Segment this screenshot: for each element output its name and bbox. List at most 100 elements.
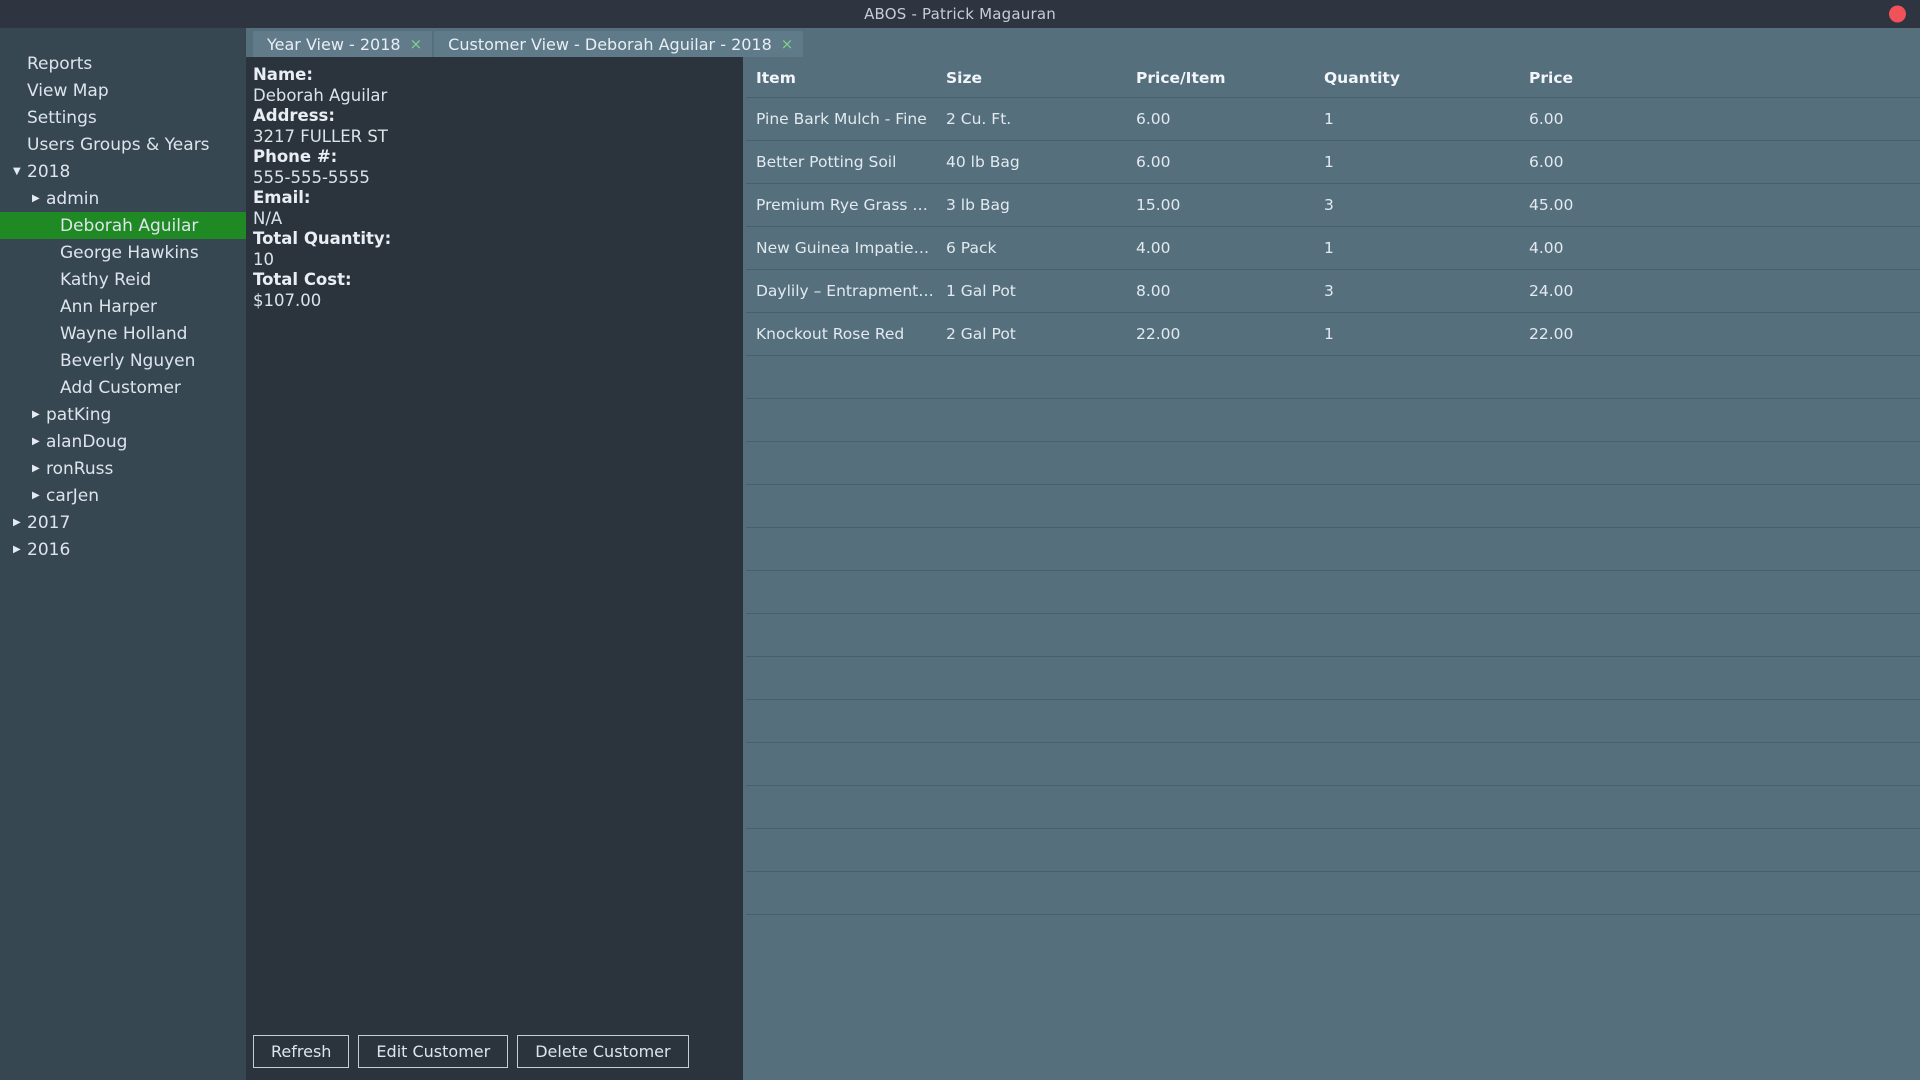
table-row-empty[interactable] (746, 613, 1920, 657)
tree-node-label: Beverly Nguyen (60, 350, 196, 371)
table-row[interactable]: Pine Bark Mulch - Fine 2 Cu. Ft. 6.00 1 6.00 (746, 97, 1920, 141)
table-cell-empty (1314, 699, 1519, 743)
panels-row: Name: Deborah Aguilar Address: 3217 FULLER … (246, 57, 1920, 1080)
table-cell-empty (746, 828, 936, 872)
table-row-empty[interactable] (746, 656, 1920, 700)
chevron-right-icon[interactable] (32, 491, 46, 501)
table-row-empty[interactable] (746, 441, 1920, 485)
table-row[interactable]: Knockout Rose Red 2 Gal Pot 22.00 1 22.00 (746, 312, 1920, 356)
table-cell-empty (746, 355, 936, 399)
sidebar-item-users-groups-years[interactable]: Users Groups & Years (0, 131, 246, 158)
delete-customer-button[interactable]: Delete Customer (517, 1035, 689, 1068)
chevron-right-icon[interactable] (32, 410, 46, 420)
table-row-empty[interactable] (746, 785, 1920, 829)
table-row-empty[interactable] (746, 398, 1920, 442)
table-cell-empty (746, 527, 936, 571)
sidebar-item-settings[interactable]: Settings (0, 104, 246, 131)
table-cell-empty (936, 355, 1126, 399)
refresh-button[interactable]: Refresh (253, 1035, 350, 1068)
column-header-size[interactable]: Size (936, 57, 1126, 98)
sidebar-item-label: Reports (27, 53, 93, 74)
table-row-empty[interactable] (746, 527, 1920, 571)
table-row-empty[interactable] (746, 570, 1920, 614)
table-cell-empty (936, 785, 1126, 829)
edit-customer-button[interactable]: Edit Customer (358, 1035, 509, 1068)
table-cell-empty (1126, 484, 1314, 528)
info-label-total-cost: Total Cost: (253, 270, 352, 289)
table-row[interactable]: Better Potting Soil 40 lb Bag 6.00 1 6.00 (746, 140, 1920, 184)
sidebar-item-label: Users Groups & Years (27, 134, 210, 155)
table-row-empty[interactable] (746, 699, 1920, 743)
tree-node-2018[interactable]: 2018 (0, 158, 246, 185)
window-title: ABOS - Patrick Magauran (864, 5, 1056, 23)
table-cell-empty (1126, 441, 1314, 485)
table-cell-empty (1126, 785, 1314, 829)
column-header-item[interactable]: Item (746, 57, 936, 98)
chevron-down-icon[interactable] (13, 167, 27, 177)
table-cell-empty (1314, 527, 1519, 571)
table-cell-size: 2 Cu. Ft. (936, 97, 1126, 141)
tab-label: Customer View - Deborah Aguilar - 2018 (448, 34, 772, 54)
chevron-right-icon[interactable] (32, 464, 46, 474)
column-header-quantity[interactable]: Quantity (1314, 57, 1519, 98)
info-label-address: Address: (253, 106, 335, 125)
tree-node-george-hawkins[interactable]: George Hawkins (0, 239, 246, 266)
table-cell-empty (936, 871, 1126, 915)
column-header-price[interactable]: Price (1519, 57, 1920, 98)
table-row[interactable]: Premium Rye Grass Seed 3 lb Bag 15.00 3 45.0… (746, 183, 1920, 227)
table-cell-empty (1126, 613, 1314, 657)
items-table-head: Item Size Price/Item Quantity Price (746, 57, 1920, 98)
tree-node-kathy-reid[interactable]: Kathy Reid (0, 266, 246, 293)
table-row-empty[interactable] (746, 828, 1920, 872)
column-header-price-item[interactable]: Price/Item (1126, 57, 1314, 98)
close-window-icon[interactable] (1889, 5, 1906, 23)
table-row-empty[interactable] (746, 742, 1920, 786)
table-cell-empty (1314, 441, 1519, 485)
table-cell-empty (1519, 656, 1920, 700)
table-cell-quantity: 1 (1314, 97, 1519, 141)
table-cell-price: 6.00 (1519, 140, 1920, 184)
customer-info-panel: Name: Deborah Aguilar Address: 3217 FULLER … (246, 57, 746, 1080)
content-area: Year View - 2018 × Customer View - Deborah… (246, 28, 1920, 1080)
tree-node-ronruss[interactable]: ronRuss (0, 455, 246, 482)
tree-node-add-customer[interactable]: Add Customer (0, 374, 246, 401)
table-cell-empty (746, 742, 936, 786)
table-cell-empty (1126, 398, 1314, 442)
chevron-right-icon[interactable] (32, 437, 46, 447)
table-cell-price-item: 6.00 (1126, 97, 1314, 141)
tree-node-wayne-holland[interactable]: Wayne Holland (0, 320, 246, 347)
tree-node-2016[interactable]: 2016 (0, 536, 246, 563)
table-row[interactable]: Daylily – Entrapment (Lave...1 Gal Pot8.… (746, 269, 1920, 313)
table-row[interactable]: New Guinea Impatiens Mix6 Pack4.0014.00 (746, 226, 1920, 270)
info-value-total-quantity: 10 (253, 250, 274, 269)
table-row-empty[interactable] (746, 484, 1920, 528)
table-cell-empty (1314, 570, 1519, 614)
chevron-right-icon[interactable] (13, 545, 27, 555)
tree-node-alandoug[interactable]: alanDoug (0, 428, 246, 455)
chevron-right-icon[interactable] (13, 518, 27, 528)
sidebar-item-reports[interactable]: Reports (0, 50, 246, 77)
tab-close-icon[interactable]: × (410, 36, 423, 52)
chevron-right-icon[interactable] (32, 194, 46, 204)
table-cell-empty (1519, 484, 1920, 528)
sidebar-item-view-map[interactable]: View Map (0, 77, 246, 104)
tree-node-patking[interactable]: patKing (0, 401, 246, 428)
table-row-empty[interactable] (746, 355, 1920, 399)
tree-node-2017[interactable]: 2017 (0, 509, 246, 536)
tab-customer-view[interactable]: Customer View - Deborah Aguilar - 2018 × (434, 31, 804, 57)
tree-node-ann-harper[interactable]: Ann Harper (0, 293, 246, 320)
items-table-header-row: Item Size Price/Item Quantity Price (746, 57, 1920, 98)
tab-close-icon[interactable]: × (781, 36, 794, 52)
table-cell-empty (1519, 742, 1920, 786)
tree-node-label: 2018 (27, 161, 71, 182)
tree-node-beverly-nguyen[interactable]: Beverly Nguyen (0, 347, 246, 374)
table-cell-empty (746, 570, 936, 614)
tab-year-view[interactable]: Year View - 2018 × (253, 31, 433, 57)
tree-node-carjen[interactable]: carJen (0, 482, 246, 509)
tree-node-admin[interactable]: admin (0, 185, 246, 212)
table-cell-size: 3 lb Bag (936, 183, 1126, 227)
tree-node-deborah-aguilar[interactable]: Deborah Aguilar (0, 212, 246, 239)
title-bar: ABOS - Patrick Magauran (0, 0, 1920, 28)
table-cell-empty (936, 441, 1126, 485)
table-row-empty[interactable] (746, 871, 1920, 915)
